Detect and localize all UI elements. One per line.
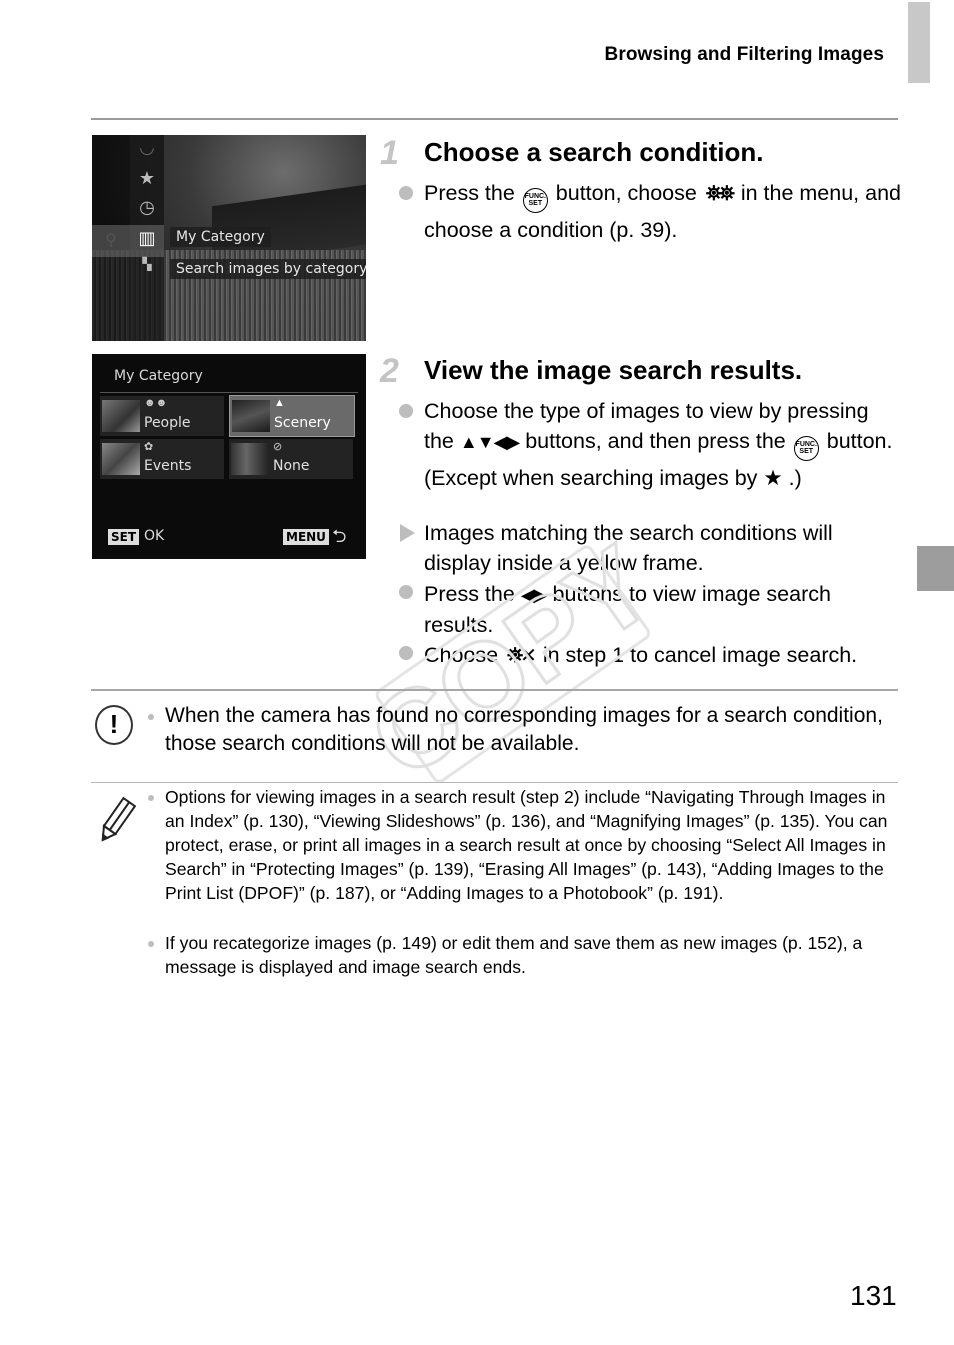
func-label: FUNC. bbox=[524, 193, 546, 200]
thumbnail bbox=[231, 443, 269, 475]
search-binoculars-icon: ⛯⛯ bbox=[705, 183, 735, 205]
text: in step 1 to cancel image search. bbox=[542, 643, 858, 667]
text: Choose bbox=[424, 643, 499, 667]
bullet-dot bbox=[399, 186, 413, 200]
category-label: None bbox=[273, 458, 310, 474]
my-category-icon: ▥ bbox=[138, 228, 156, 248]
menu-label-description: Search images by category bbox=[170, 259, 366, 279]
category-option-events[interactable]: ✿ Events bbox=[100, 439, 224, 479]
category-option-scenery[interactable]: ▲ Scenery bbox=[229, 395, 355, 437]
clock-icon: ◷ bbox=[139, 197, 155, 217]
binoculars-icon: ⚲ bbox=[105, 232, 117, 249]
step2-browse-instruction: Press the ◀▶ buttons to view image searc… bbox=[424, 579, 902, 641]
set-label: SET bbox=[799, 448, 814, 456]
cancel-search-icon: ⛯✕ bbox=[507, 645, 537, 667]
func-label: FUNC. bbox=[795, 441, 817, 449]
scene-icon: ▚ bbox=[142, 257, 152, 271]
step2-cancel-instruction: Choose ⛯✕ in step 1 to cancel image sear… bbox=[424, 640, 902, 671]
category-label: People bbox=[144, 415, 191, 431]
thumbnail bbox=[232, 400, 270, 432]
caution-text: When the camera has found no correspondi… bbox=[165, 704, 883, 755]
result-arrow-icon bbox=[400, 524, 415, 542]
left-right-buttons-icon: ◀▶ bbox=[520, 585, 548, 605]
text: Press the bbox=[424, 582, 515, 606]
category-label: Events bbox=[144, 458, 192, 474]
category-option-none[interactable]: ⊘ None bbox=[229, 439, 353, 479]
bullet-dot bbox=[399, 646, 413, 660]
star-icon: ★ bbox=[763, 465, 783, 490]
category-option-people[interactable]: ☻☻ People bbox=[100, 396, 224, 436]
text: .) bbox=[788, 465, 802, 490]
ok-label: OK bbox=[144, 528, 165, 544]
menu-button-badge: MENU bbox=[283, 529, 329, 545]
page-number: 131 bbox=[850, 1280, 897, 1311]
note-item: If you recategorize images (p. 149) or e… bbox=[165, 933, 863, 977]
star-icon: ★ bbox=[138, 168, 156, 188]
text: button, choose bbox=[555, 181, 697, 205]
self-timer-icon: ◡ bbox=[139, 137, 155, 157]
step-title: Choose a search condition. bbox=[424, 137, 764, 167]
step-number: 2 bbox=[380, 352, 399, 390]
func-set-button-icon: FUNC. SET bbox=[522, 187, 548, 213]
caution-icon: ! bbox=[95, 705, 133, 745]
step2-result: Images matching the search conditions wi… bbox=[424, 521, 833, 576]
header-divider bbox=[91, 118, 898, 120]
section-tab-marker bbox=[917, 546, 954, 591]
direction-buttons-icon: ▲▼◀▶ bbox=[459, 432, 520, 453]
scenery-icon: ▲ bbox=[274, 397, 285, 409]
people-icon: ☻☻ bbox=[144, 397, 168, 409]
category-label: Scenery bbox=[274, 415, 331, 431]
title-divider bbox=[100, 392, 358, 393]
menu-label-my-category: My Category bbox=[170, 227, 271, 247]
step2-instruction: Choose the type of images to view by pre… bbox=[424, 396, 902, 493]
camera-screen-search-menu: ⚲ ◡ ★ ◷ ▥ ▚ My Category Search images by… bbox=[92, 135, 366, 341]
chapter-tab-marker bbox=[908, 2, 930, 83]
events-icon: ✿ bbox=[144, 441, 154, 453]
text: buttons, and then press the bbox=[525, 429, 786, 454]
step-title: View the image search results. bbox=[424, 355, 803, 385]
step-number: 1 bbox=[380, 134, 399, 172]
func-set-button-icon: FUNC. SET bbox=[793, 435, 819, 461]
running-header: Browsing and Filtering Images bbox=[604, 44, 884, 65]
thumbnail bbox=[102, 443, 140, 475]
bullet-dot bbox=[148, 941, 154, 947]
step1-instruction: Press the FUNC. SET button, choose ⛯⛯ in … bbox=[424, 178, 902, 245]
none-icon: ⊘ bbox=[273, 441, 283, 453]
note-item: Options for viewing images in a search r… bbox=[165, 787, 888, 903]
notes-divider bbox=[91, 782, 898, 783]
bullet-dot bbox=[148, 714, 154, 720]
set-button-badge: SET bbox=[108, 529, 140, 545]
bullet-dot bbox=[399, 404, 413, 418]
back-arrow-icon: ⮌ bbox=[332, 526, 347, 546]
set-label: SET bbox=[528, 200, 543, 207]
bullet-dot bbox=[399, 585, 413, 599]
caution-divider bbox=[91, 689, 898, 691]
bullet-dot bbox=[148, 795, 154, 801]
screen-title: My Category bbox=[114, 368, 203, 384]
text: Press the bbox=[424, 181, 515, 205]
thumbnail bbox=[102, 400, 140, 432]
pencil-icon bbox=[101, 796, 136, 842]
camera-screen-my-category: My Category ☻☻ People ▲ Scenery ✿ Events… bbox=[92, 354, 366, 559]
